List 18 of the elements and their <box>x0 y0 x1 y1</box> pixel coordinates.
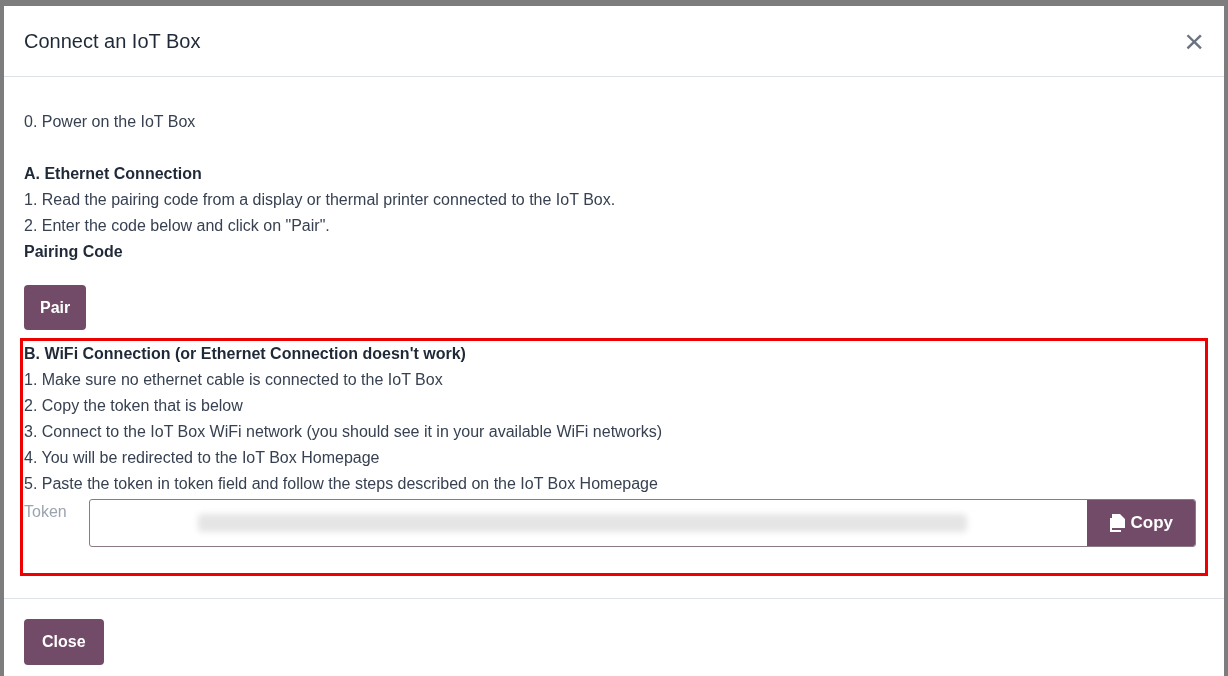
section-heading: A. Ethernet Connection <box>24 164 203 184</box>
dialog-title: Connect an IoT Box <box>24 29 201 54</box>
step-text: 5. Paste the token in token field and follow the steps described on the IoT Box Homepage <box>24 474 659 494</box>
step-text: 2. Enter the code below and click on "Pair". <box>24 216 331 236</box>
step-text: 1. Read the pairing code from a display or thermal printer connected to the IoT Box. <box>24 190 617 210</box>
copy-button[interactable]: Copy <box>1086 500 1195 546</box>
pair-button[interactable]: Pair <box>24 285 87 330</box>
section-heading: B. WiFi Connection (or Ethernet Connection doesn't work) <box>24 344 467 364</box>
copy-icon <box>1108 514 1125 532</box>
step-text: 2. Copy the token that is below <box>24 396 244 416</box>
close-button[interactable]: Close <box>24 619 104 665</box>
step-text: 1. Make sure no ethernet cable is connected to the IoT Box <box>24 370 444 390</box>
intro-text: 0. Power on the IoT Box <box>24 112 197 132</box>
field-label: Token <box>24 502 68 522</box>
field-label: Pairing Code <box>24 242 124 262</box>
step-text: 3. Connect to the IoT Box WiFi network (you should see it in your available WiFi networks) <box>24 422 664 442</box>
step-text: 4. You will be redirected to the IoT Box Homepage <box>24 448 381 468</box>
token-field[interactable]: Copy <box>89 499 1196 547</box>
